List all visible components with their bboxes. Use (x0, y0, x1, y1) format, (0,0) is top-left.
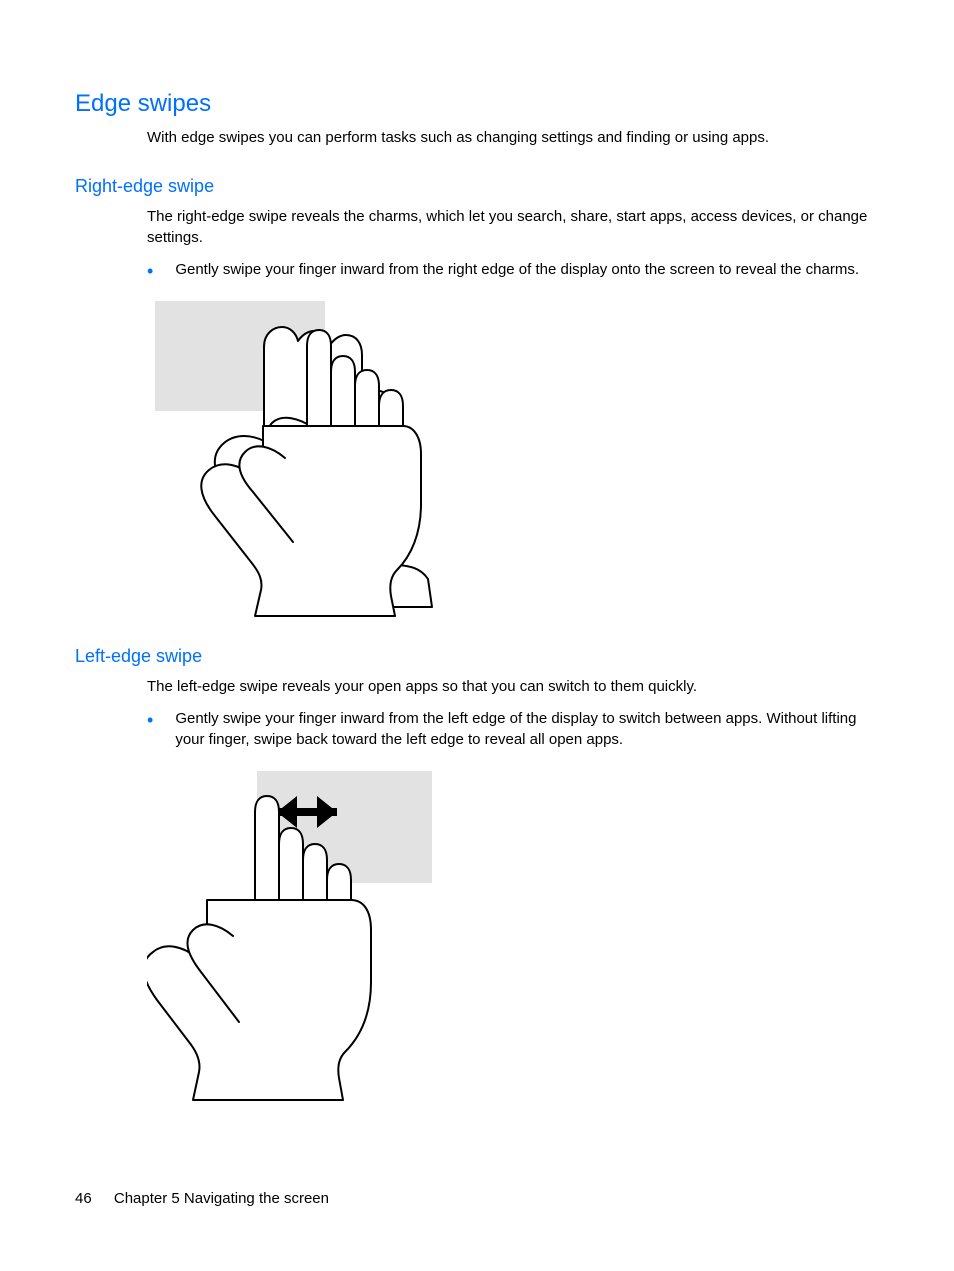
left-swipe-illustration-icon (147, 768, 467, 1108)
heading-left-edge-swipe: Left-edge swipe (75, 646, 879, 667)
bullet-icon: • (147, 262, 153, 280)
bullet-text: Gently swipe your finger inward from the… (175, 260, 879, 280)
intro-paragraph: With edge swipes you can perform tasks s… (147, 128, 879, 148)
paragraph-left-edge: The left-edge swipe reveals your open ap… (147, 677, 879, 697)
figure-right-edge-swipe (147, 298, 879, 618)
figure-left-edge-swipe (147, 768, 879, 1108)
page-footer: 46 Chapter 5 Navigating the screen (75, 1190, 329, 1207)
paragraph-right-edge: The right-edge swipe reveals the charms,… (147, 207, 879, 248)
bullet-icon: • (147, 711, 153, 729)
heading-edge-swipes: Edge swipes (75, 90, 879, 118)
bullet-item: • Gently swipe your finger inward from t… (147, 260, 879, 280)
heading-right-edge-swipe: Right-edge swipe (75, 176, 879, 197)
page-number: 46 (75, 1190, 92, 1207)
right-swipe-illustration-icon (147, 298, 457, 618)
chapter-label: Chapter 5 Navigating the screen (114, 1190, 329, 1207)
bullet-item: • Gently swipe your finger inward from t… (147, 709, 879, 750)
bullet-text: Gently swipe your finger inward from the… (175, 709, 879, 750)
document-page: Edge swipes With edge swipes you can per… (0, 0, 954, 1271)
